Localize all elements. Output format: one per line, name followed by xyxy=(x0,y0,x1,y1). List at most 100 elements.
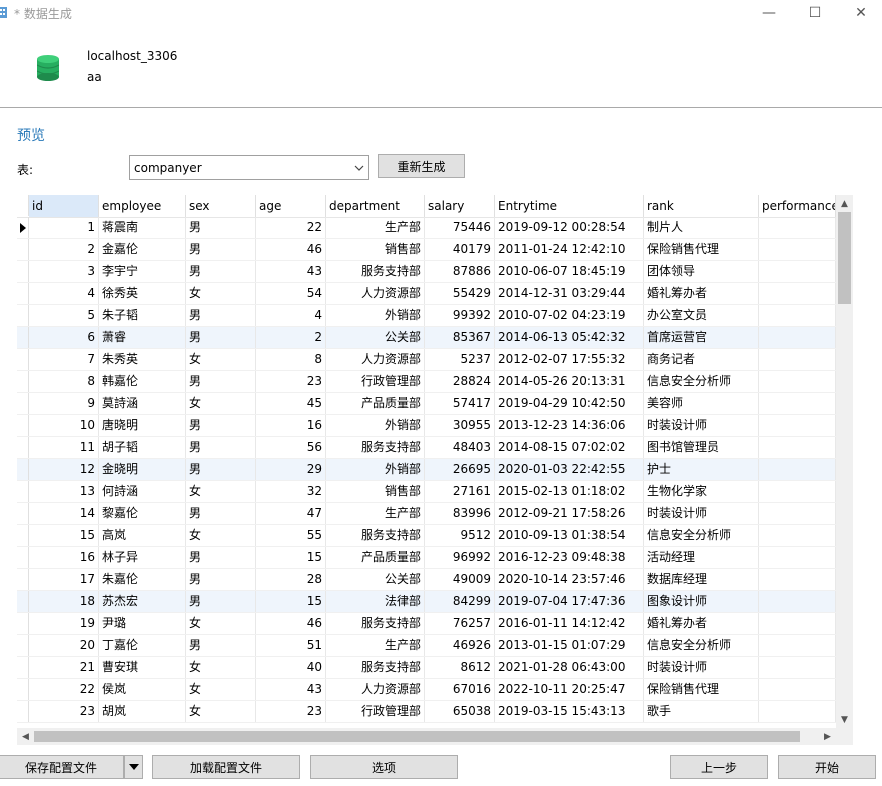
cell-entrytime[interactable]: 2016-01-11 14:12:42 xyxy=(495,613,644,634)
row-header[interactable] xyxy=(17,415,29,436)
cell-sex[interactable]: 女 xyxy=(186,679,256,700)
cell-rank[interactable]: 护士 xyxy=(644,459,759,480)
save-config-dropdown[interactable] xyxy=(124,755,143,779)
cell-age[interactable]: 23 xyxy=(256,701,326,722)
cell-employee[interactable]: 金晓明 xyxy=(99,459,186,480)
cell-department[interactable]: 生产部 xyxy=(326,503,425,524)
row-header[interactable] xyxy=(17,547,29,568)
cell-id[interactable]: 3 xyxy=(29,261,99,282)
cell-id[interactable]: 1 xyxy=(29,217,99,238)
table-row[interactable]: 19 尹璐女 46 服务支持部 76257 2016-01-11 14:12:42 婚礼筹办… xyxy=(17,613,836,635)
cell-performance[interactable] xyxy=(759,679,836,700)
cell-employee[interactable]: 唐晓明 xyxy=(99,415,186,436)
cell-entrytime[interactable]: 2015-02-13 01:18:02 xyxy=(495,481,644,502)
cell-entrytime[interactable]: 2019-03-15 15:43:13 xyxy=(495,701,644,722)
cell-id[interactable]: 18 xyxy=(29,591,99,612)
row-header[interactable] xyxy=(17,503,29,524)
cell-department[interactable]: 服务支持部 xyxy=(326,525,425,546)
cell-performance[interactable] xyxy=(759,591,836,612)
cell-entrytime[interactable]: 2019-07-04 17:47:36 xyxy=(495,591,644,612)
cell-employee[interactable]: 韩嘉伦 xyxy=(99,371,186,392)
cell-performance[interactable] xyxy=(759,613,836,634)
table-row[interactable]: 21 曹安琪女 40 服务支持部 8612 2021-01-28 06:43:00 时装设计… xyxy=(17,657,836,679)
preview-grid[interactable]: id employee sex age department salary Entrytim… xyxy=(17,195,852,745)
cell-rank[interactable]: 时装设计师 xyxy=(644,657,759,678)
regenerate-button[interactable]: 重新生成 xyxy=(378,154,465,178)
cell-performance[interactable] xyxy=(759,415,836,436)
table-row[interactable]: 11 胡子韬男 56 服务支持部 48403 2014-08-15 07:02:02 图书馆… xyxy=(17,437,836,459)
row-header[interactable] xyxy=(17,437,29,458)
cell-performance[interactable] xyxy=(759,283,836,304)
table-row[interactable]: 7 朱秀英女 8 人力资源部 5237 2012-02-07 17:55:32 商务记者 xyxy=(17,349,836,371)
cell-performance[interactable] xyxy=(759,239,836,260)
column-header-id[interactable]: id xyxy=(29,195,99,217)
cell-age[interactable]: 22 xyxy=(256,217,326,238)
row-header[interactable] xyxy=(17,239,29,260)
cell-department[interactable]: 服务支持部 xyxy=(326,437,425,458)
cell-age[interactable]: 45 xyxy=(256,393,326,414)
cell-salary[interactable]: 30955 xyxy=(425,415,495,436)
row-header[interactable] xyxy=(17,481,29,502)
cell-entrytime[interactable]: 2013-12-23 14:36:06 xyxy=(495,415,644,436)
cell-employee[interactable]: 侯岚 xyxy=(99,679,186,700)
column-header-entrytime[interactable]: Entrytime xyxy=(495,195,644,217)
cell-sex[interactable]: 男 xyxy=(186,459,256,480)
cell-id[interactable]: 19 xyxy=(29,613,99,634)
cell-sex[interactable]: 男 xyxy=(186,261,256,282)
cell-rank[interactable]: 制片人 xyxy=(644,217,759,238)
cell-performance[interactable] xyxy=(759,635,836,656)
cell-id[interactable]: 16 xyxy=(29,547,99,568)
scroll-down-icon[interactable]: ▼ xyxy=(836,711,853,728)
cell-employee[interactable]: 黎嘉伦 xyxy=(99,503,186,524)
cell-sex[interactable]: 女 xyxy=(186,701,256,722)
cell-id[interactable]: 8 xyxy=(29,371,99,392)
cell-performance[interactable] xyxy=(759,349,836,370)
cell-department[interactable]: 外销部 xyxy=(326,305,425,326)
row-header[interactable] xyxy=(17,701,29,722)
load-config-button[interactable]: 加载配置文件 xyxy=(152,755,300,779)
cell-age[interactable]: 16 xyxy=(256,415,326,436)
cell-employee[interactable]: 胡岚 xyxy=(99,701,186,722)
cell-rank[interactable]: 时装设计师 xyxy=(644,503,759,524)
cell-rank[interactable]: 婚礼筹办者 xyxy=(644,283,759,304)
table-row[interactable]: 16 林子异男 15 产品质量部 96992 2016-12-23 09:48:38 活动经… xyxy=(17,547,836,569)
options-button[interactable]: 选项 xyxy=(310,755,458,779)
cell-department[interactable]: 公关部 xyxy=(326,327,425,348)
scroll-right-icon[interactable]: ▶ xyxy=(819,728,836,745)
table-row[interactable]: 1 蒋震南男 22 生产部 75446 2019-09-12 00:28:54 制片人 xyxy=(17,217,836,239)
cell-age[interactable]: 15 xyxy=(256,591,326,612)
table-row[interactable]: 2 金嘉伦男 46 销售部 40179 2011-01-24 12:42:10 保险销售代理 xyxy=(17,239,836,261)
cell-department[interactable]: 生产部 xyxy=(326,635,425,656)
cell-department[interactable]: 外销部 xyxy=(326,415,425,436)
cell-id[interactable]: 15 xyxy=(29,525,99,546)
cell-department[interactable]: 人力资源部 xyxy=(326,349,425,370)
column-header-performance[interactable]: performance xyxy=(759,195,836,217)
row-header[interactable] xyxy=(17,459,29,480)
cell-salary[interactable]: 40179 xyxy=(425,239,495,260)
cell-sex[interactable]: 男 xyxy=(186,415,256,436)
table-row[interactable]: 23 胡岚女 23 行政管理部 65038 2019-03-15 15:43:13 歌手 xyxy=(17,701,836,723)
cell-department[interactable]: 服务支持部 xyxy=(326,261,425,282)
cell-employee[interactable]: 丁嘉伦 xyxy=(99,635,186,656)
cell-employee[interactable]: 苏杰宏 xyxy=(99,591,186,612)
table-row[interactable]: 15 高岚女 55 服务支持部 9512 2010-09-13 01:38:54 信息安全分… xyxy=(17,525,836,547)
cell-rank[interactable]: 生物化学家 xyxy=(644,481,759,502)
cell-age[interactable]: 23 xyxy=(256,371,326,392)
cell-sex[interactable]: 男 xyxy=(186,437,256,458)
cell-entrytime[interactable]: 2019-04-29 10:42:50 xyxy=(495,393,644,414)
cell-rank[interactable]: 首席运营官 xyxy=(644,327,759,348)
scroll-left-icon[interactable]: ◀ xyxy=(17,728,34,745)
cell-id[interactable]: 11 xyxy=(29,437,99,458)
horizontal-scroll-thumb[interactable] xyxy=(34,731,800,742)
row-header[interactable] xyxy=(17,283,29,304)
close-button[interactable]: ✕ xyxy=(838,0,882,26)
cell-employee[interactable]: 曹安琪 xyxy=(99,657,186,678)
cell-department[interactable]: 公关部 xyxy=(326,569,425,590)
cell-entrytime[interactable]: 2010-07-02 04:23:19 xyxy=(495,305,644,326)
cell-id[interactable]: 10 xyxy=(29,415,99,436)
cell-performance[interactable] xyxy=(759,371,836,392)
table-row[interactable]: 10 唐晓明男 16 外销部 30955 2013-12-23 14:36:06 时装设计师 xyxy=(17,415,836,437)
cell-employee[interactable]: 李宇宁 xyxy=(99,261,186,282)
cell-sex[interactable]: 男 xyxy=(186,239,256,260)
cell-age[interactable]: 15 xyxy=(256,547,326,568)
